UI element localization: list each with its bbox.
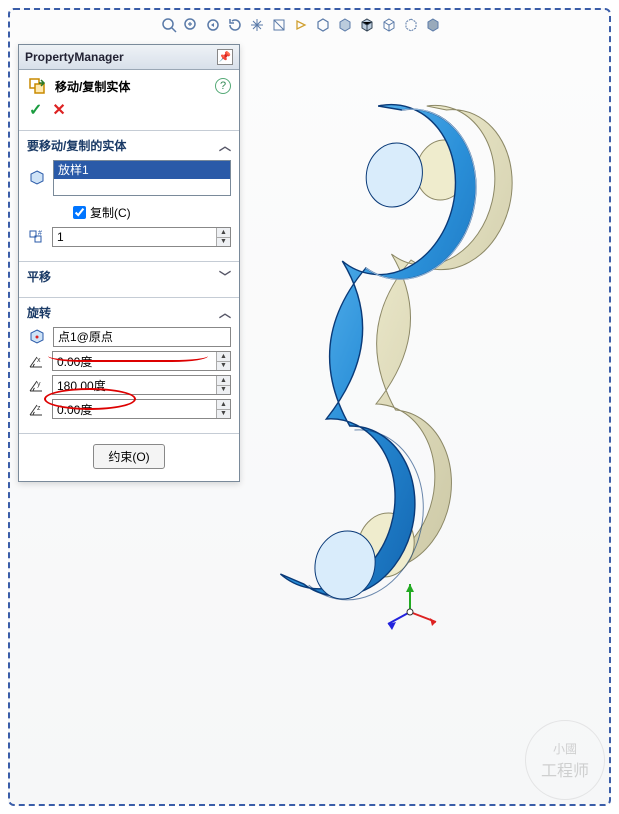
rotate-ref-row: 点1@原点: [27, 327, 231, 347]
zoom-area-icon[interactable]: [182, 16, 200, 34]
svg-text:y: y: [37, 381, 41, 388]
display-style-icon[interactable]: [314, 16, 332, 34]
angle-y-icon: y: [27, 376, 46, 394]
section-bodies-header[interactable]: 要移动/复制的实体 ︿: [27, 137, 231, 154]
pan-icon[interactable]: [248, 16, 266, 34]
section-rotate: 旋转 ︿ 点1@原点 x ▲▼ y ▲▼: [19, 298, 239, 434]
rotate-z-row: z ▲▼: [27, 399, 231, 419]
help-button[interactable]: ?: [215, 78, 231, 94]
rotate-z-spinner[interactable]: ▲▼: [216, 400, 230, 418]
rotate-view-icon[interactable]: [226, 16, 244, 34]
section-translate: 平移 ﹀: [19, 262, 239, 298]
shaded-edges-icon[interactable]: [358, 16, 376, 34]
command-title: 移动/复制实体: [55, 78, 130, 95]
copy-checkbox[interactable]: [73, 206, 86, 219]
panel-titlebar: PropertyManager 📌: [19, 45, 239, 70]
rotate-y-spinner[interactable]: ▲▼: [216, 376, 230, 394]
count-icon: #: [27, 228, 46, 246]
section-view-icon[interactable]: [270, 16, 288, 34]
svg-text:x: x: [37, 357, 41, 364]
angle-z-icon: z: [27, 400, 46, 418]
section-bodies: 要移动/复制的实体 ︿ 放样1 复制(C) # ▲▼: [19, 131, 239, 262]
perspective-icon[interactable]: [424, 16, 442, 34]
svg-text:z: z: [37, 405, 41, 412]
constraint-row: 约束(O): [19, 434, 239, 481]
chevron-up-icon: ︿: [219, 304, 231, 321]
rotate-x-spinner[interactable]: ▲▼: [216, 352, 230, 370]
model-viewport[interactable]: [260, 50, 610, 790]
copy-count-row: # ▲▼: [27, 227, 231, 247]
rotate-x-field[interactable]: [53, 352, 216, 370]
copy-count-spinner[interactable]: ▲▼: [216, 228, 230, 246]
svg-text:#: #: [38, 230, 42, 237]
chevron-up-icon: ︿: [219, 137, 231, 154]
copy-label: 复制(C): [90, 204, 131, 221]
watermark: 小國 工程师: [525, 720, 605, 800]
section-rotate-title: 旋转: [27, 304, 51, 321]
body-icon: [27, 169, 47, 187]
copy-count-field[interactable]: [53, 228, 216, 246]
rotate-y-input[interactable]: ▲▼: [52, 375, 231, 395]
watermark-line2: 工程师: [541, 757, 589, 781]
rotate-x-row: x ▲▼: [27, 351, 231, 371]
chevron-down-icon: ﹀: [219, 268, 231, 285]
hidden-lines-icon[interactable]: [402, 16, 420, 34]
confirm-row: ✓ ✕: [19, 98, 239, 131]
ok-button[interactable]: ✓: [29, 100, 42, 120]
bodies-selected-item[interactable]: 放样1: [54, 161, 230, 179]
pin-button[interactable]: 📌: [217, 49, 233, 65]
angle-x-icon: x: [27, 352, 46, 370]
wireframe-icon[interactable]: [380, 16, 398, 34]
rotate-y-field[interactable]: [53, 376, 216, 394]
zoom-fit-icon[interactable]: [160, 16, 178, 34]
section-translate-header[interactable]: 平移 ﹀: [27, 268, 231, 285]
rotate-y-row: y ▲▼: [27, 375, 231, 395]
view-toolbar: [160, 16, 442, 34]
section-bodies-title: 要移动/复制的实体: [27, 137, 126, 154]
copy-count-input[interactable]: ▲▼: [52, 227, 231, 247]
shaded-icon[interactable]: [336, 16, 354, 34]
rotate-x-input[interactable]: ▲▼: [52, 351, 231, 371]
command-header: 移动/复制实体 ?: [19, 70, 239, 98]
copy-checkbox-row: 复制(C): [73, 204, 231, 221]
vertex-icon: [27, 328, 47, 346]
cancel-button[interactable]: ✕: [52, 100, 65, 120]
view-normal-icon[interactable]: [292, 16, 310, 34]
zoom-prev-icon[interactable]: [204, 16, 222, 34]
bodies-select-row: 放样1: [27, 160, 231, 196]
rotate-ref-input[interactable]: 点1@原点: [53, 327, 231, 347]
rotate-z-field[interactable]: [53, 400, 216, 418]
watermark-line1: 小國: [553, 740, 577, 757]
panel-title: PropertyManager: [25, 50, 124, 64]
section-rotate-header[interactable]: 旋转 ︿: [27, 304, 231, 321]
constraint-button[interactable]: 约束(O): [93, 444, 164, 469]
bodies-select-list[interactable]: 放样1: [53, 160, 231, 196]
rotate-z-input[interactable]: ▲▼: [52, 399, 231, 419]
section-translate-title: 平移: [27, 268, 51, 285]
property-manager-panel: PropertyManager 📌 移动/复制实体 ? ✓ ✕ 要移动/复制的实…: [18, 44, 240, 482]
move-copy-body-icon: [27, 76, 49, 96]
